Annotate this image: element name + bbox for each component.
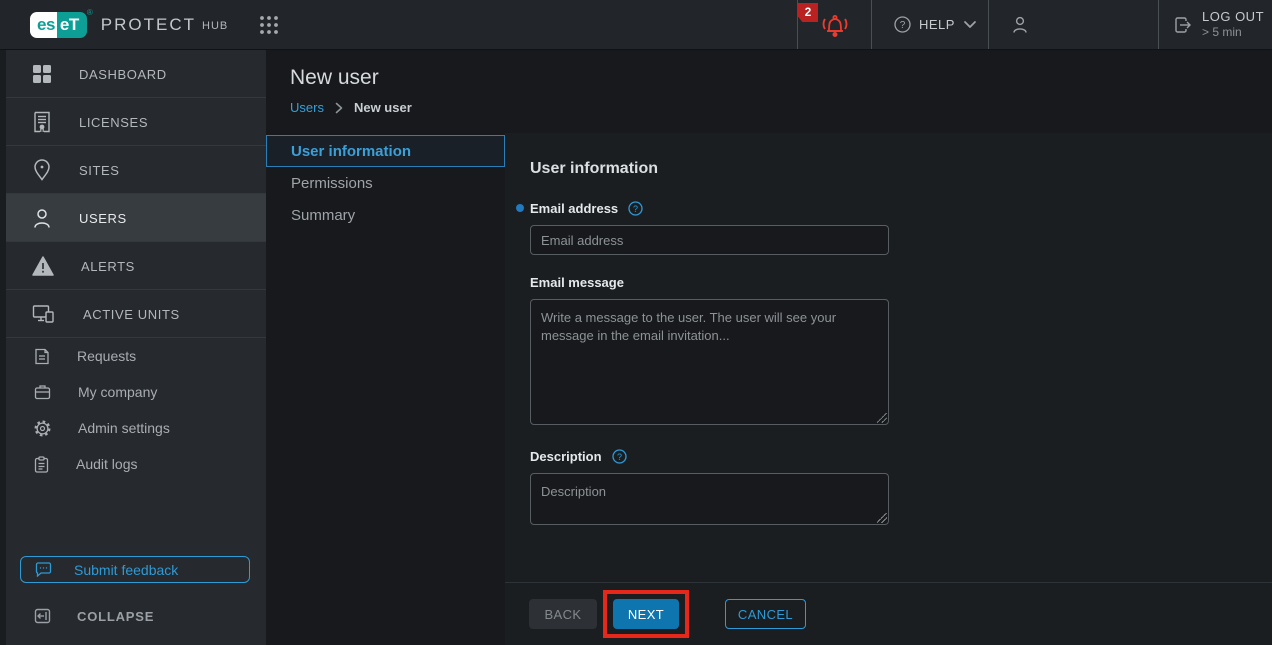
sidebar-item-users[interactable]: USERS	[6, 194, 266, 242]
license-certificate-icon	[32, 111, 52, 133]
page-title: New user	[290, 66, 1272, 90]
registered-mark: ®	[87, 8, 93, 17]
sidebar-item-admin-settings[interactable]: Admin settings	[6, 410, 266, 446]
cancel-button[interactable]: CANCEL	[725, 599, 806, 629]
sidebar-item-label: SITES	[79, 162, 120, 178]
sidebar-spacer	[6, 482, 266, 556]
svg-text:?: ?	[900, 20, 906, 31]
email-label: Email address	[530, 201, 618, 216]
product-suffix: HUB	[202, 17, 228, 32]
step-permissions[interactable]: Permissions	[266, 167, 505, 199]
top-bar: eseT ® PROTECT HUB 2	[0, 0, 1272, 50]
logout-button[interactable]: LOG OUT > 5 min	[1158, 0, 1272, 49]
sidebar-item-label: Requests	[77, 348, 136, 364]
sidebar: DASHBOARD LICENSES	[0, 50, 266, 645]
wizard-footer: BACK NEXT CANCEL	[505, 582, 1272, 645]
product-name: PROTECT	[101, 15, 196, 35]
help-menu[interactable]: ? HELP	[871, 0, 988, 49]
sidebar-item-label: DASHBOARD	[79, 66, 167, 82]
form-heading: User information	[530, 160, 1272, 178]
collapse-label: COLLAPSE	[77, 609, 154, 624]
message-label-row: Email message	[530, 275, 1272, 290]
eset-logo-right: eT	[57, 12, 87, 38]
collapse-icon	[34, 608, 51, 624]
next-button[interactable]: NEXT	[613, 599, 679, 629]
breadcrumb: Users New user	[290, 100, 1272, 115]
question-circle-icon[interactable]: ?	[612, 449, 627, 464]
logout-sublabel: > 5 min	[1202, 25, 1264, 40]
svg-text:?: ?	[633, 204, 638, 214]
dashboard-grid-icon	[32, 64, 52, 84]
breadcrumb-current: New user	[354, 100, 412, 115]
sidebar-item-label: ALERTS	[81, 258, 135, 274]
sidebar-item-label: Admin settings	[78, 420, 170, 436]
help-label: HELP	[919, 17, 955, 32]
sidebar-item-my-company[interactable]: My company	[6, 374, 266, 410]
apps-grid-icon[interactable]	[258, 14, 280, 36]
person-icon	[1011, 15, 1029, 34]
account-menu[interactable]	[988, 0, 1158, 49]
logout-icon	[1173, 15, 1193, 35]
sidebar-item-licenses[interactable]: LICENSES	[6, 98, 266, 146]
logout-labels: LOG OUT > 5 min	[1202, 9, 1264, 40]
chevron-right-icon	[334, 102, 344, 114]
question-circle-icon[interactable]: ?	[628, 201, 643, 216]
sidebar-item-label: My company	[78, 384, 157, 400]
email-address-input[interactable]	[530, 225, 889, 255]
email-message-label: Email message	[530, 275, 624, 290]
sidebar-item-label: USERS	[79, 210, 127, 226]
sidebar-item-active-units[interactable]: ACTIVE UNITS	[6, 290, 266, 338]
wizard-steps: User information Permissions Summary	[266, 133, 505, 645]
back-button[interactable]: BACK	[529, 599, 597, 629]
warning-triangle-icon	[32, 256, 54, 276]
gear-icon	[34, 420, 51, 437]
sidebar-item-dashboard[interactable]: DASHBOARD	[6, 50, 266, 98]
form-panel: User information Email address ? Email m…	[505, 133, 1272, 582]
map-pin-icon	[32, 159, 52, 181]
sidebar-item-label: LICENSES	[79, 114, 148, 130]
chat-bubble-icon	[35, 562, 52, 577]
email-label-row: Email address ?	[530, 201, 1272, 216]
app-window: eseT ® PROTECT HUB 2	[0, 0, 1272, 645]
briefcase-icon	[34, 384, 51, 400]
devices-icon	[32, 304, 56, 324]
description-textarea[interactable]	[530, 473, 889, 525]
svg-text:?: ?	[617, 452, 622, 462]
collapse-button[interactable]: COLLAPSE	[6, 587, 266, 645]
main-content: New user Users New user User information…	[266, 50, 1272, 645]
logout-label: LOG OUT	[1202, 9, 1264, 25]
eset-logo: eseT ®	[30, 12, 87, 38]
step-summary[interactable]: Summary	[266, 199, 505, 231]
sidebar-item-audit-logs[interactable]: Audit logs	[6, 446, 266, 482]
submit-feedback-button[interactable]: Submit feedback	[20, 556, 250, 583]
step-user-information[interactable]: User information	[266, 135, 505, 167]
chevron-down-icon	[963, 20, 977, 29]
brand: eseT ® PROTECT HUB	[0, 0, 280, 49]
description-label: Description	[530, 449, 602, 464]
sidebar-item-label: Audit logs	[76, 456, 137, 472]
notification-badge: 2	[798, 3, 818, 22]
sidebar-item-requests[interactable]: Requests	[6, 338, 266, 374]
submit-feedback-label: Submit feedback	[74, 562, 178, 578]
clipboard-icon	[34, 456, 49, 473]
page-header: New user Users New user	[266, 50, 1272, 133]
notifications-button[interactable]: 2	[797, 0, 871, 49]
topbar-spacer	[280, 0, 797, 49]
breadcrumb-link-users[interactable]: Users	[290, 100, 324, 115]
sidebar-item-alerts[interactable]: ALERTS	[6, 242, 266, 290]
question-circle-icon: ?	[894, 16, 911, 33]
required-dot-icon	[516, 204, 524, 212]
sidebar-item-sites[interactable]: SITES	[6, 146, 266, 194]
alarm-bell-icon	[818, 10, 852, 40]
person-icon	[32, 207, 52, 229]
description-label-row: Description ?	[530, 449, 1272, 464]
sidebar-item-label: ACTIVE UNITS	[83, 306, 180, 322]
annotation-highlight-box: NEXT	[603, 590, 689, 638]
request-document-icon	[34, 348, 50, 365]
eset-logo-left: es	[30, 12, 57, 38]
email-message-textarea[interactable]	[530, 299, 889, 425]
